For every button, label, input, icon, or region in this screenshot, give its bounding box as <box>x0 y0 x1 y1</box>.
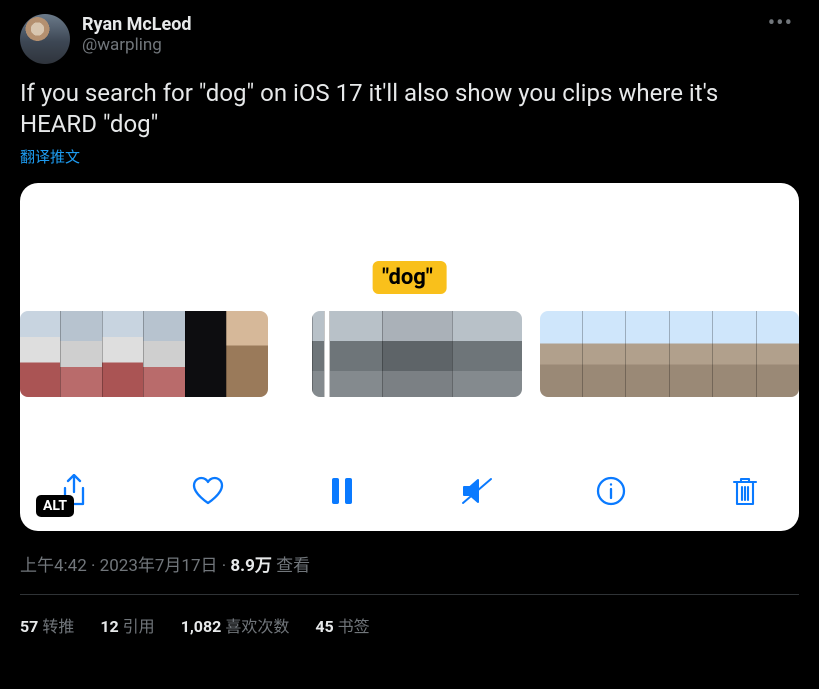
media-toolbar <box>20 473 799 509</box>
clip-frame <box>185 311 226 397</box>
clip-frame <box>540 311 582 397</box>
bookmarks-stat[interactable]: 45 书签 <box>315 613 369 637</box>
translate-link[interactable]: 翻译推文 <box>20 146 80 167</box>
clip-frame <box>143 311 184 397</box>
author-display-name: Ryan McLeod <box>82 14 762 35</box>
info-icon[interactable] <box>593 473 629 509</box>
tweet-stats: 57 转推 12 引用 1,082 喜欢次数 45 书签 <box>20 613 799 637</box>
likes-stat[interactable]: 1,082 喜欢次数 <box>181 613 290 637</box>
tweet-time[interactable]: 上午4:42 <box>20 556 87 576</box>
author-handle: @warpling <box>82 35 762 55</box>
clip-frame <box>452 311 522 397</box>
mute-icon[interactable] <box>459 473 495 509</box>
clip-frame <box>625 311 668 397</box>
quotes-stat[interactable]: 12 引用 <box>100 613 154 637</box>
clip-frame <box>102 311 143 397</box>
tweet-date[interactable]: 2023年7月17日 <box>100 556 218 576</box>
clip-frame <box>582 311 625 397</box>
clip-group-1[interactable] <box>20 311 268 397</box>
more-icon[interactable]: ••• <box>762 14 799 34</box>
pause-icon[interactable] <box>324 473 360 509</box>
views-label: 查看 <box>272 556 310 576</box>
views-count: 8.9万 <box>230 556 271 576</box>
clip-frame <box>20 311 60 397</box>
search-label-pill: "dog" <box>372 261 447 294</box>
clip-frame <box>669 311 712 397</box>
tweet-meta: 上午4:42 · 2023年7月17日 · 8.9万 查看 <box>20 551 799 576</box>
avatar[interactable] <box>20 14 70 64</box>
tweet-text: If you search for "dog" on iOS 17 it'll … <box>20 78 799 140</box>
divider <box>20 594 799 595</box>
clip-frame <box>312 311 382 397</box>
clip-frame <box>712 311 755 397</box>
trash-icon[interactable] <box>727 473 763 509</box>
retweets-stat[interactable]: 57 转推 <box>20 613 74 637</box>
alt-badge[interactable]: ALT <box>36 495 74 517</box>
clip-frame <box>382 311 452 397</box>
clip-frame <box>226 311 267 397</box>
clip-frame <box>756 311 799 397</box>
tweet-container: Ryan McLeod @warpling ••• If you search … <box>0 0 819 651</box>
media-card[interactable]: "dog" <box>20 183 799 531</box>
tweet-header: Ryan McLeod @warpling ••• <box>20 14 799 64</box>
clip-frame <box>60 311 101 397</box>
clip-group-2[interactable] <box>312 311 522 397</box>
heart-icon[interactable] <box>190 473 226 509</box>
video-filmstrip[interactable] <box>20 311 799 397</box>
playhead-icon[interactable] <box>324 311 330 397</box>
clip-group-3[interactable] <box>540 311 799 397</box>
author-names[interactable]: Ryan McLeod @warpling <box>82 14 762 55</box>
